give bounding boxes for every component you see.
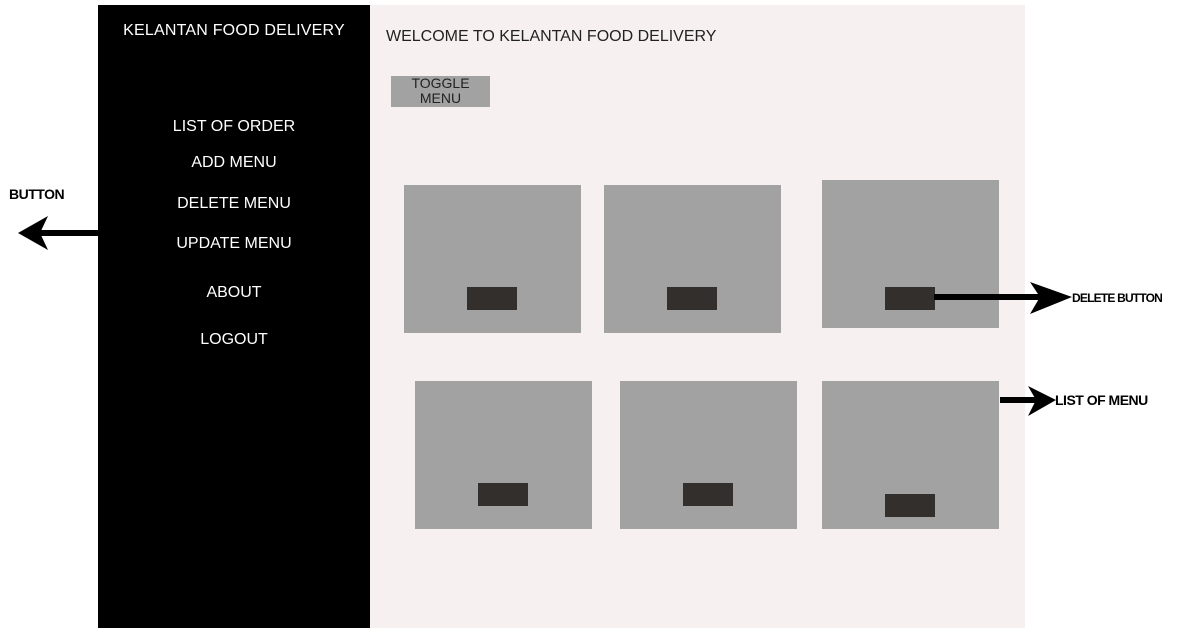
menu-card[interactable]	[620, 381, 797, 529]
delete-button[interactable]	[667, 287, 717, 310]
delete-button[interactable]	[683, 483, 733, 506]
sidebar-title: KELANTAN FOOD DELIVERY	[123, 22, 345, 39]
menu-card[interactable]	[822, 180, 999, 328]
sidebar: KELANTAN FOOD DELIVERY LIST OF ORDER ADD…	[98, 5, 370, 628]
delete-button[interactable]	[478, 483, 528, 506]
page-title: WELCOME TO KELANTAN FOOD DELIVERY	[386, 28, 717, 45]
sidebar-item-delete-menu[interactable]: DELETE MENU	[98, 195, 370, 213]
menu-card[interactable]	[404, 185, 581, 333]
sidebar-item-about[interactable]: ABOUT	[98, 284, 370, 302]
sidebar-item-logout[interactable]: LOGOUT	[98, 331, 370, 349]
annotation-button-label: BUTTON	[9, 186, 65, 202]
sidebar-item-add-menu[interactable]: ADD MENU	[98, 154, 370, 172]
menu-card[interactable]	[415, 381, 592, 529]
toggle-menu-label: TOGGLE MENU	[411, 75, 470, 106]
menu-card[interactable]	[604, 185, 781, 333]
delete-button[interactable]	[885, 287, 935, 310]
annotation-delete-button-label: DELETE BUTTON	[1072, 291, 1163, 305]
toggle-menu-button[interactable]: TOGGLE MENU	[391, 76, 490, 107]
delete-button[interactable]	[467, 287, 517, 310]
delete-button[interactable]	[885, 494, 935, 517]
menu-card[interactable]	[822, 381, 999, 529]
sidebar-item-list-of-order[interactable]: LIST OF ORDER	[98, 118, 370, 136]
annotation-list-of-menu-label: LIST OF MENU	[1055, 392, 1148, 408]
sidebar-item-update-menu[interactable]: UPDATE MENU	[98, 235, 370, 253]
main-content: WELCOME TO KELANTAN FOOD DELIVERY TOGGLE…	[370, 5, 1025, 628]
